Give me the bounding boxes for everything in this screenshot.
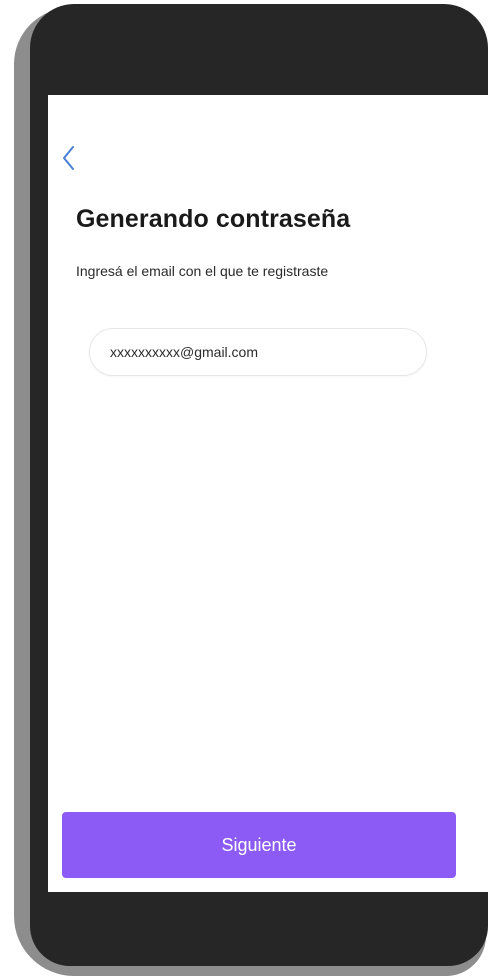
back-button[interactable] [58,141,82,175]
page: Generando contraseña Ingresá el email co… [0,0,488,976]
page-subtitle: Ingresá el email con el que te registras… [76,263,329,279]
phone-frame: Generando contraseña Ingresá el email co… [30,4,488,966]
page-title: Generando contraseña [76,205,351,233]
app-screen: Generando contraseña Ingresá el email co… [48,95,488,892]
email-field[interactable] [89,328,427,376]
chevron-left-icon [63,146,74,170]
next-button[interactable]: Siguiente [62,812,456,878]
